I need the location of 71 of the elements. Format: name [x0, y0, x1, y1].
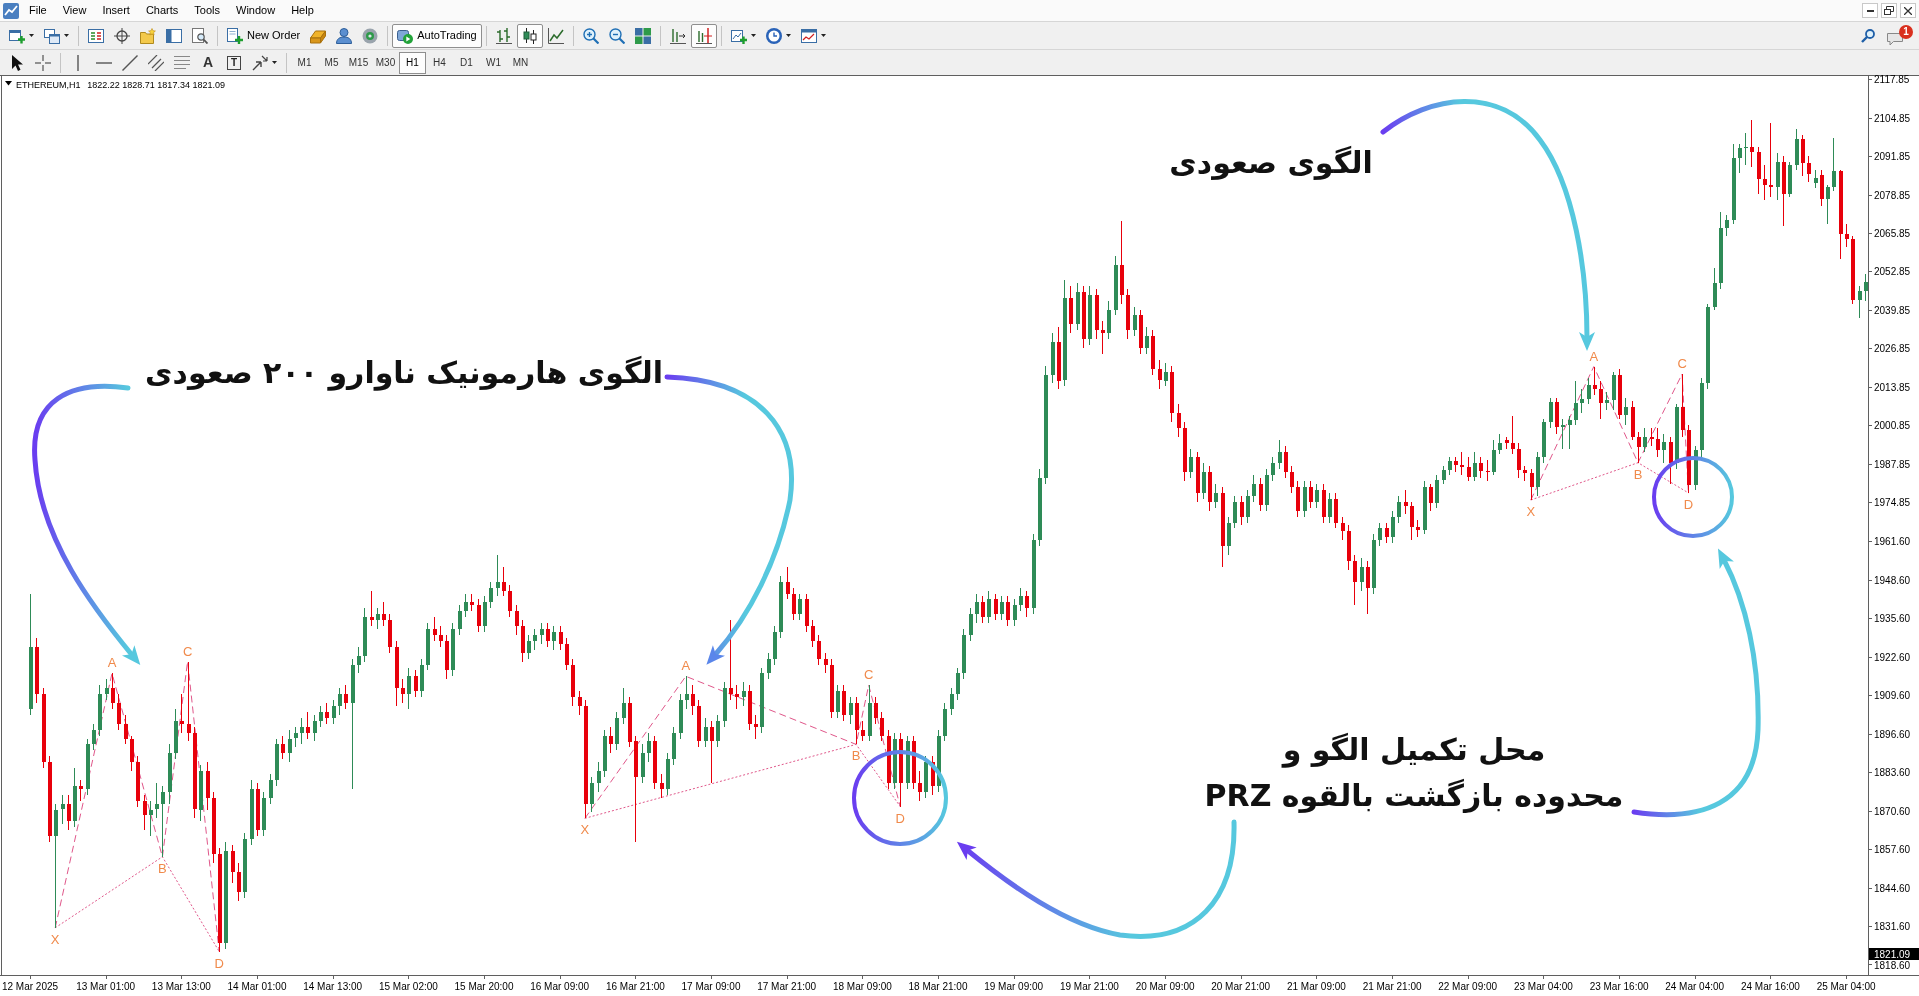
pattern-point-label: D — [214, 955, 224, 971]
pattern-point-label: D — [895, 810, 905, 826]
price-axis-label: 2091.85 — [1874, 151, 1911, 163]
price-axis-label: 2052.85 — [1874, 266, 1911, 278]
time-axis-label: 14 Mar 13:00 — [303, 981, 363, 992]
time-axis-label: 16 Mar 09:00 — [530, 981, 590, 992]
price-axis-label: 2000.85 — [1874, 420, 1911, 432]
time-axis-label: 21 Mar 21:00 — [1362, 981, 1422, 992]
price-axis-label: 2065.85 — [1874, 228, 1911, 239]
pattern-point-label: A — [1589, 348, 1599, 364]
current-price-label: 1821.09 — [1869, 948, 1919, 960]
time-axis-label: 15 Mar 02:00 — [378, 981, 438, 992]
price-axis-label: 1844.60 — [1874, 882, 1911, 894]
time-axis-label: 18 Mar 21:00 — [908, 981, 968, 992]
time-axis-label: 23 Mar 04:00 — [1513, 981, 1573, 992]
chart-symbol: ETHEREUM,H1 — [16, 80, 81, 90]
pattern-point-label: X — [50, 931, 60, 947]
time-axis-label: 20 Mar 09:00 — [1135, 981, 1195, 992]
price-axis-label: 1974.85 — [1874, 497, 1911, 509]
price-axis-label: 1857.60 — [1874, 844, 1911, 856]
price-axis-label: 1909.60 — [1874, 690, 1911, 702]
price-axis-label: 1818.60 — [1874, 959, 1911, 971]
annotation-text: محل تکمیل الگو و محدوده بازگشت بالقوه PRZ — [1204, 731, 1624, 816]
time-axis-label: 17 Mar 09:00 — [681, 981, 741, 992]
time-axis-label: 17 Mar 21:00 — [757, 981, 817, 992]
time-axis-label: 22 Mar 09:00 — [1438, 981, 1498, 992]
annotation-text: الگوی هارمونیک ناوارو ۲۰۰ صعودی — [145, 354, 663, 393]
time-axis-label: 24 Mar 04:00 — [1665, 981, 1725, 992]
price-axis-label: 1948.60 — [1874, 574, 1911, 586]
time-axis-label: 19 Mar 21:00 — [1059, 981, 1119, 992]
time-axis-label: 20 Mar 21:00 — [1211, 981, 1271, 992]
price-axis-label: 2078.85 — [1874, 189, 1911, 201]
price-axis-label: 2104.85 — [1874, 112, 1911, 124]
price-axis-label: 1870.60 — [1874, 805, 1911, 817]
pattern-point-label: X — [1526, 504, 1536, 519]
pattern-point-label: B — [851, 748, 861, 764]
pattern-point-label: A — [107, 655, 117, 671]
pattern-point-label: A — [681, 658, 691, 674]
price-axis-label: 1831.60 — [1874, 921, 1911, 932]
time-axis-label: 23 Mar 16:00 — [1589, 981, 1649, 992]
time-axis-label: 13 Mar 01:00 — [76, 981, 136, 992]
pattern-point-label: B — [1633, 466, 1643, 482]
price-axis-label: 1922.60 — [1874, 651, 1911, 663]
price-axis-label: 2026.85 — [1874, 343, 1911, 355]
time-axis-label: 19 Mar 09:00 — [984, 981, 1044, 992]
notification-count: 1 — [1899, 24, 1913, 39]
time-axis-label: 21 Mar 09:00 — [1286, 981, 1346, 992]
price-axis-label: 2013.85 — [1874, 381, 1911, 393]
pattern-point-label: C — [182, 643, 193, 659]
time-axis-label: 15 Mar 20:00 — [454, 981, 514, 992]
price-axis-label: 1883.60 — [1874, 767, 1911, 779]
pattern-point-label: C — [864, 667, 874, 683]
time-axis-label: 14 Mar 01:00 — [227, 981, 287, 992]
time-axis-label: 13 Mar 13:00 — [151, 981, 211, 992]
pattern-point-label: C — [1677, 356, 1687, 371]
time-axis-label: 18 Mar 09:00 — [832, 981, 892, 992]
annotation-text: الگوی صعودی — [1169, 144, 1373, 182]
pattern-point-label: B — [158, 860, 167, 876]
price-axis-label: 1935.60 — [1874, 613, 1911, 625]
price-axis-label: 1987.85 — [1874, 458, 1911, 470]
time-axis-label: 16 Mar 21:00 — [605, 981, 665, 992]
price-axis-label: 2039.85 — [1874, 304, 1911, 316]
ohlc-values: 1822.22 1828.71 1817.34 1821.09 — [87, 80, 225, 90]
pattern-point-label: D — [1683, 496, 1694, 512]
time-axis-label: 25 Mar 04:00 — [1816, 981, 1876, 992]
time-axis-label: 24 Mar 16:00 — [1740, 981, 1800, 992]
price-axis-label: 2117.85 — [1874, 74, 1910, 86]
time-axis-label: 12 Mar 2025 — [1, 981, 59, 992]
price-axis-label: 1961.60 — [1874, 536, 1911, 548]
pattern-point-label: X — [580, 822, 590, 838]
price-axis-label: 1896.60 — [1874, 728, 1911, 740]
